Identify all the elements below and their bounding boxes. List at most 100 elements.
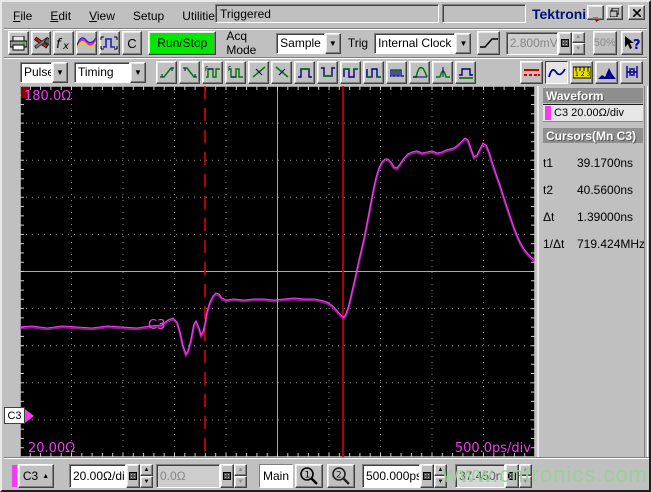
horizontal-position-spinner[interactable]: ▲ ▼ [519,464,532,488]
timebase-spinner[interactable]: ▲ ▼ [434,464,447,488]
channel-position-marker[interactable]: C3 [4,407,34,424]
measurement-view-button[interactable]: 1 2 3 [570,60,593,84]
menu-view[interactable]: View [80,6,124,26]
measure-base-top-button[interactable] [455,60,476,84]
compensation-button[interactable]: C [121,31,143,55]
cursors-header: Cursors(Mn C3) [543,128,643,143]
signal-type-value: Pulse [20,61,52,83]
signal-type-dropdown-icon[interactable]: ▼ [52,61,68,83]
waveform-entry[interactable]: C3 20.00Ω/div [543,104,643,122]
menu-edit[interactable]: Edit [41,6,80,26]
timebase-scale-value[interactable]: 500.000ps [362,464,420,488]
meas-category-dropdown-icon[interactable]: ▼ [130,61,146,83]
trig-label: Trig [347,36,369,50]
trig-level-keypad-icon[interactable] [557,31,572,55]
math-button[interactable]: f x [53,31,74,55]
trig-level-control: 2.800mV ▲ ▼ [505,31,585,55]
mask-view-button[interactable] [620,60,643,84]
timebase-view-label: Main [259,464,293,488]
magnifier-1-icon: 1 [300,467,318,485]
color-waveform-icon [76,37,96,50]
measure-duty-cycle-button[interactable] [363,60,384,84]
vertical-scale-spinner[interactable]: ▲ ▼ [140,464,153,488]
vertical-scale-value[interactable]: 20.00Ω/di [69,464,126,488]
readout-delta-t: Δt 1.39000ns [543,210,647,224]
histogram-view-button[interactable] [595,60,618,84]
trig-source-dropdown-icon[interactable]: ▼ [455,32,472,54]
histogram-icon [597,67,616,79]
pulse-capture-button[interactable] [98,31,120,55]
measure-pos-pulse-button[interactable] [294,60,315,84]
measure-neg-pulse-button[interactable] [317,60,338,84]
flyout-up-icon: ▲ [42,472,50,480]
tools-icon [33,36,49,49]
channel-color-stripe [12,465,17,487]
neg-pulse-icon [320,67,335,77]
acq-mode-select[interactable]: Sample ▼ [276,32,341,54]
print-button[interactable] [8,31,29,55]
set-50-button[interactable]: 50% [592,31,617,55]
zoom-1-button[interactable]: 1 [295,464,323,488]
zoom-2-button[interactable]: 2 [327,464,355,488]
measure-burst-button[interactable] [386,60,407,84]
cursors-icon [524,68,540,76]
measure-cross-pos-button[interactable] [248,60,269,84]
menu-setup[interactable]: Setup [124,6,173,26]
graticule[interactable]: 180.0Ω 20.00Ω 500.0ps/div C3 [19,86,536,457]
waveform-database-button[interactable] [75,31,97,55]
vertical-offset-control: 0.0Ω ▲ ▼ [156,464,247,488]
app-window: File Edit View Setup Utilities Help Trig… [0,0,651,492]
acq-mode-value: Sample [276,32,325,54]
meas-category-select[interactable]: Timing ▼ [74,61,146,83]
sine-wave-icon [547,68,566,77]
acq-mode-dropdown-icon[interactable]: ▼ [324,32,341,54]
measure-neg-width-button[interactable]: F [225,60,246,84]
vertical-offset-spinner[interactable]: ▲ ▼ [234,464,247,488]
set-50-label: 50% [593,37,616,49]
measure-fall-time-button[interactable] [179,60,200,84]
measure-period-button[interactable] [340,60,361,84]
trig-source-select[interactable]: Internal Clock ▼ [374,32,472,54]
vertical-offset-keypad-icon[interactable] [220,464,234,488]
c-button-label: C [127,35,137,51]
run-stop-button[interactable]: Run/Stop [148,31,217,55]
horizontal-position-value[interactable]: 37.450n [455,464,505,488]
t2-label: t2 [543,183,554,197]
waveform-view-button[interactable] [545,60,568,84]
channel-select-button[interactable]: C3 ▲ [18,464,54,488]
vertical-offset-value[interactable]: 0.0Ω [156,464,220,488]
bracket-pulse-icon [100,36,118,50]
readout-panel: Waveform C3 20.00Ω/div Cursors(Mn C3) t1… [537,86,649,457]
trig-slope-button[interactable] [477,31,500,55]
svg-text:2: 2 [336,471,342,481]
measure-amplitude-button[interactable] [432,60,453,84]
fall-time-icon [182,67,197,78]
horizontal-bar: C3 ▲ 20.00Ω/di ▲ ▼ 0.0Ω ▲ ▼ Main 1 2 500… [4,457,649,490]
measure-pos-width-button[interactable]: F [202,60,223,84]
close-button[interactable] [628,5,645,20]
context-help-button[interactable]: ? [620,31,644,55]
readout-t2: t2 40.5600ns [543,183,647,197]
cursors-view-button[interactable] [520,60,543,84]
trig-level-spinner[interactable]: ▲ ▼ [571,31,585,55]
measure-pos-overshoot-button[interactable] [409,60,430,84]
timebase-keypad-icon[interactable] [420,464,434,488]
signal-type-select[interactable]: Pulse ▼ [20,61,68,83]
horizontal-position-control: 37.450n ▲ ▼ [455,464,532,488]
menu-file[interactable]: File [4,6,41,26]
trig-level-value[interactable]: 2.800mV [505,31,558,55]
trace-color-swatch [545,106,551,120]
minimize-button[interactable]: _ [587,5,604,20]
trace-id-label: C3 [148,318,165,333]
svg-text:x: x [62,41,69,50]
horizontal-position-keypad-icon[interactable] [505,464,519,488]
measure-rise-time-button[interactable] [156,60,177,84]
main-toolbar: f x C Run/Stop Acq Mode Sample ▼ Trig In… [4,28,647,57]
delta-t-label: Δt [543,210,555,224]
inv-delta-t-label: 1/Δt [543,237,565,251]
tools-button[interactable] [30,31,52,55]
restore-button[interactable] [606,5,623,20]
vertical-scale-keypad-icon[interactable] [126,464,140,488]
measure-cross-neg-button[interactable] [271,60,292,84]
neg-width-icon: F [228,66,243,78]
